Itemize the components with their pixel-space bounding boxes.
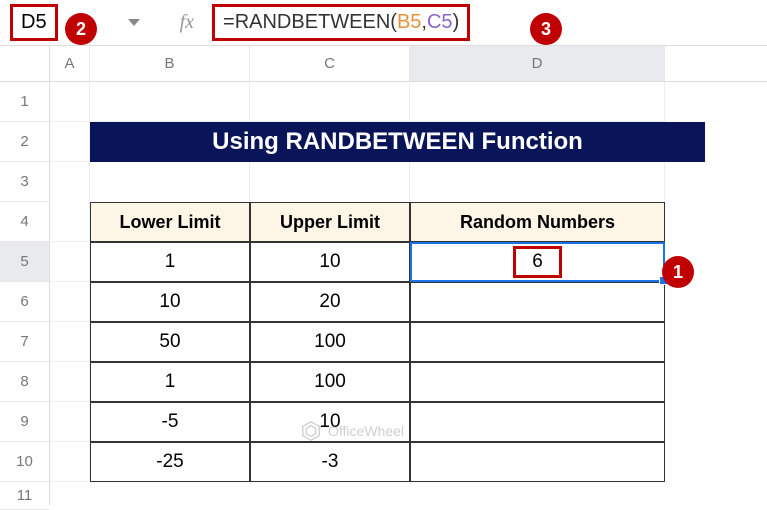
cell[interactable] xyxy=(410,82,665,122)
cell[interactable] xyxy=(50,322,90,362)
grid-row xyxy=(50,82,767,122)
fx-label: fx xyxy=(180,11,194,34)
grid-row: Using RANDBETWEEN Function xyxy=(50,122,767,162)
name-box-dropdown-icon[interactable] xyxy=(128,19,140,26)
table-row: 1 100 xyxy=(50,362,767,402)
annotation-step-3: 3 xyxy=(530,13,562,45)
cell-upper[interactable]: -3 xyxy=(250,442,410,482)
cell-lower[interactable]: -25 xyxy=(90,442,250,482)
row-header-4[interactable]: 4 xyxy=(0,202,49,242)
cell[interactable] xyxy=(250,162,410,202)
row-header-3[interactable]: 3 xyxy=(0,162,49,202)
cell[interactable] xyxy=(250,82,410,122)
cell-random[interactable] xyxy=(410,322,665,362)
row-headers: 1 2 3 4 5 6 7 8 9 10 11 xyxy=(0,46,50,505)
cell[interactable] xyxy=(410,162,665,202)
name-box[interactable]: D5 xyxy=(10,4,58,41)
cell-upper[interactable]: 20 xyxy=(250,282,410,322)
watermark-text: OfficeWheel xyxy=(328,423,404,439)
cell[interactable] xyxy=(50,242,90,282)
cell-lower[interactable]: 1 xyxy=(90,242,250,282)
row-header-5[interactable]: 5 xyxy=(0,242,49,282)
cell[interactable] xyxy=(90,82,250,122)
row-header-10[interactable]: 10 xyxy=(0,442,49,482)
cell-lower[interactable]: -5 xyxy=(90,402,250,442)
table-row: -25 -3 xyxy=(50,442,767,482)
cell-upper[interactable]: 10 xyxy=(250,242,410,282)
cell[interactable] xyxy=(50,442,90,482)
cell-random-selected[interactable]: 6 xyxy=(410,242,665,282)
title-cell[interactable]: Using RANDBETWEEN Function xyxy=(90,122,705,162)
row-header-6[interactable]: 6 xyxy=(0,282,49,322)
formula-input[interactable]: =RANDBETWEEN(B5,C5) xyxy=(212,4,470,41)
grid-area: A B C D Using RANDBETWEEN Function xyxy=(50,46,767,505)
cell[interactable] xyxy=(50,162,90,202)
cell[interactable] xyxy=(90,162,250,202)
table-row: 10 20 xyxy=(50,282,767,322)
table-row: 1 10 6 xyxy=(50,242,767,282)
header-random-numbers[interactable]: Random Numbers xyxy=(410,202,665,242)
cell[interactable] xyxy=(50,362,90,402)
cell[interactable] xyxy=(50,122,90,162)
annotation-step-1: 1 xyxy=(662,256,694,288)
cell-lower[interactable]: 1 xyxy=(90,362,250,402)
header-upper-limit[interactable]: Upper Limit xyxy=(250,202,410,242)
cell-random[interactable] xyxy=(410,282,665,322)
cell-upper[interactable]: 100 xyxy=(250,322,410,362)
cell[interactable] xyxy=(50,82,90,122)
cell[interactable] xyxy=(50,282,90,322)
officewheel-logo-icon xyxy=(300,420,322,442)
column-headers: A B C D xyxy=(50,46,767,82)
cell-upper[interactable]: 100 xyxy=(250,362,410,402)
table-row: -5 10 xyxy=(50,402,767,442)
cell-random[interactable] xyxy=(410,362,665,402)
cell-lower[interactable]: 10 xyxy=(90,282,250,322)
col-header-a[interactable]: A xyxy=(50,46,90,81)
cell-random[interactable] xyxy=(410,402,665,442)
cell[interactable] xyxy=(50,402,90,442)
annotation-step-2: 2 xyxy=(65,13,97,45)
select-all-corner[interactable] xyxy=(0,46,49,82)
cell[interactable] xyxy=(50,202,90,242)
table-row: 50 100 xyxy=(50,322,767,362)
cell-lower[interactable]: 50 xyxy=(90,322,250,362)
grid-row: Lower Limit Upper Limit Random Numbers xyxy=(50,202,767,242)
header-lower-limit[interactable]: Lower Limit xyxy=(90,202,250,242)
row-header-1[interactable]: 1 xyxy=(0,82,49,122)
watermark: OfficeWheel xyxy=(300,420,404,442)
row-header-9[interactable]: 9 xyxy=(0,402,49,442)
row-header-8[interactable]: 8 xyxy=(0,362,49,402)
highlighted-result: 6 xyxy=(513,246,562,278)
col-header-d[interactable]: D xyxy=(410,46,665,81)
cell-random[interactable] xyxy=(410,442,665,482)
formula-bar: D5 fx =RANDBETWEEN(B5,C5) xyxy=(0,0,767,46)
grid-row xyxy=(50,162,767,202)
row-header-7[interactable]: 7 xyxy=(0,322,49,362)
row-header-2[interactable]: 2 xyxy=(0,122,49,162)
row-header-11[interactable]: 11 xyxy=(0,482,49,510)
col-header-b[interactable]: B xyxy=(90,46,250,81)
col-header-c[interactable]: C xyxy=(250,46,410,81)
